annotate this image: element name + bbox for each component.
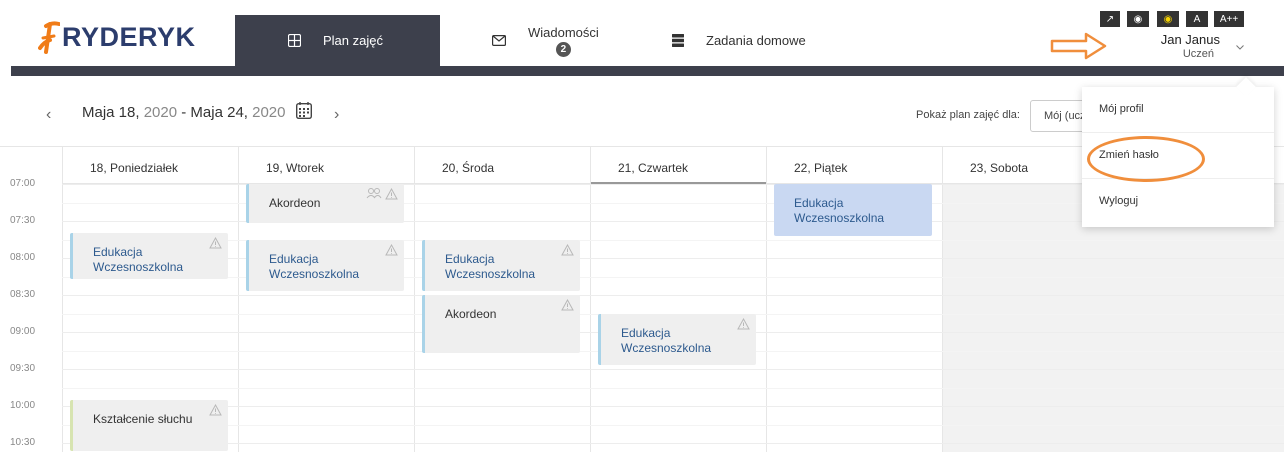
grid-line	[62, 424, 1284, 426]
day-header: 19, Wtorek	[239, 147, 414, 184]
warning-icon	[209, 237, 222, 253]
time-label: 09:00	[10, 326, 36, 337]
menu-item-logout[interactable]: Wyloguj	[1082, 179, 1274, 225]
time-axis: 07:00 07:30 08:00 08:30 09:00 09:30 10:00 10:30	[0, 147, 62, 452]
schedule-event[interactable]: Edukacja Wczesnoszkolna	[774, 184, 932, 236]
contrast-button[interactable]: ◉	[1127, 11, 1149, 27]
range-separator: -	[177, 104, 191, 121]
date-range: Maja 18, 2020 - Maja 24, 2020	[82, 104, 286, 121]
show-for-label: Pokaż plan zajęć dla:	[916, 109, 1020, 121]
time-label: 07:00	[10, 178, 36, 189]
event-title: Edukacja Wczesnoszkolna	[621, 325, 712, 355]
range-start-day: Maja 18,	[82, 104, 144, 121]
schedule-event[interactable]: Akordeon	[422, 295, 580, 353]
schedule-event[interactable]: Akordeon	[246, 184, 404, 224]
event-title: Akordeon	[445, 307, 497, 321]
user-name[interactable]: Jan Janus	[1130, 32, 1220, 47]
fryderyk-logo[interactable]: RYDERYK	[38, 12, 233, 62]
font-large-button[interactable]: A++	[1214, 11, 1244, 27]
high-contrast-button[interactable]: ◉	[1157, 11, 1179, 27]
warning-icon	[737, 317, 750, 334]
orange-circle-annotation	[1087, 136, 1205, 182]
grid-line	[62, 387, 1284, 389]
schedule-event[interactable]: Edukacja Wczesnoszkolna	[246, 239, 404, 291]
day-header: 21, Czwartek	[591, 147, 766, 184]
day-header: 20, Środa	[415, 147, 590, 184]
orange-arrow-annotation	[1050, 32, 1107, 60]
range-start-year: 2020	[143, 104, 178, 121]
font-normal-icon: A	[1193, 13, 1201, 25]
event-title: Kształcenie słuchu	[93, 411, 193, 426]
event-title: Akordeon	[269, 196, 321, 210]
user-role: Uczeń	[1182, 48, 1214, 60]
high-contrast-icon: ◉	[1163, 13, 1173, 25]
warning-icon	[385, 243, 398, 260]
plan-owner-select[interactable]: Mój (uczeń)	[1030, 100, 1090, 132]
expand-icon: ↗	[1105, 13, 1115, 25]
event-title: Edukacja Wczesnoszkolna	[269, 251, 360, 281]
time-label: 08:30	[10, 289, 36, 300]
day-header: 22, Piątek	[767, 147, 942, 184]
schedule-event[interactable]: Edukacja Wczesnoszkolna	[70, 233, 228, 279]
header-divider-bar	[11, 66, 1284, 76]
grid-line	[62, 369, 1284, 370]
unread-count-badge: 2	[555, 41, 571, 57]
nav-plan-zajec[interactable]: Plan zajęć	[235, 15, 440, 66]
logo-mark-icon	[38, 21, 60, 54]
event-title: Edukacja Wczesnoszkolna	[794, 196, 885, 225]
warning-icon	[385, 187, 398, 204]
calendar-icon[interactable]	[295, 102, 313, 124]
app-header: RYDERYK Plan zajęć Wiadomości 2 Zadania …	[0, 0, 1284, 76]
time-label: 07:30	[10, 215, 36, 226]
nav-zadania-label: Zadania domowe	[706, 33, 806, 48]
warning-icon	[561, 243, 574, 260]
prev-week-button[interactable]: ‹	[46, 106, 51, 124]
schedule-event[interactable]: Edukacja Wczesnoszkolna	[422, 239, 580, 291]
group-icon	[366, 187, 382, 203]
nav-wiadomosci-label: Wiadomości	[528, 24, 599, 40]
chevron-down-icon[interactable]	[1236, 42, 1244, 53]
warning-icon	[561, 298, 574, 315]
time-label: 10:00	[10, 400, 36, 411]
time-label: 08:00	[10, 252, 36, 263]
grid-line	[62, 443, 1284, 444]
stack-icon	[672, 34, 684, 47]
day-header: 18, Poniedziałek	[63, 147, 238, 184]
nav-plan-label: Plan zajęć	[323, 33, 383, 48]
schedule-event[interactable]: Edukacja Wczesnoszkolna	[598, 313, 756, 365]
nav-wiadomosci[interactable]: Wiadomości 2	[440, 15, 640, 66]
range-end-day: Maja 24,	[190, 104, 253, 121]
font-large-icon: A++	[1219, 13, 1239, 25]
grid-line	[62, 406, 1284, 407]
time-label: 10:30	[10, 437, 36, 448]
grid-icon	[288, 34, 301, 47]
envelope-icon	[492, 35, 506, 46]
grid-line	[62, 295, 1284, 296]
event-title: Edukacja Wczesnoszkolna	[93, 245, 184, 275]
expand-button[interactable]: ↗	[1100, 11, 1120, 27]
time-label: 09:30	[10, 363, 36, 374]
range-end-year: 2020	[252, 104, 286, 121]
logo-text: RYDERYK	[62, 21, 196, 52]
font-normal-button[interactable]: A	[1186, 11, 1208, 27]
contrast-icon: ◉	[1133, 13, 1143, 25]
event-title: Edukacja Wczesnoszkolna	[445, 251, 536, 281]
schedule-event[interactable]: Kształcenie słuchu	[70, 399, 228, 452]
warning-icon	[209, 403, 222, 420]
nav-zadania-domowe[interactable]: Zadania domowe	[640, 15, 880, 66]
next-week-button[interactable]: ›	[334, 106, 339, 124]
